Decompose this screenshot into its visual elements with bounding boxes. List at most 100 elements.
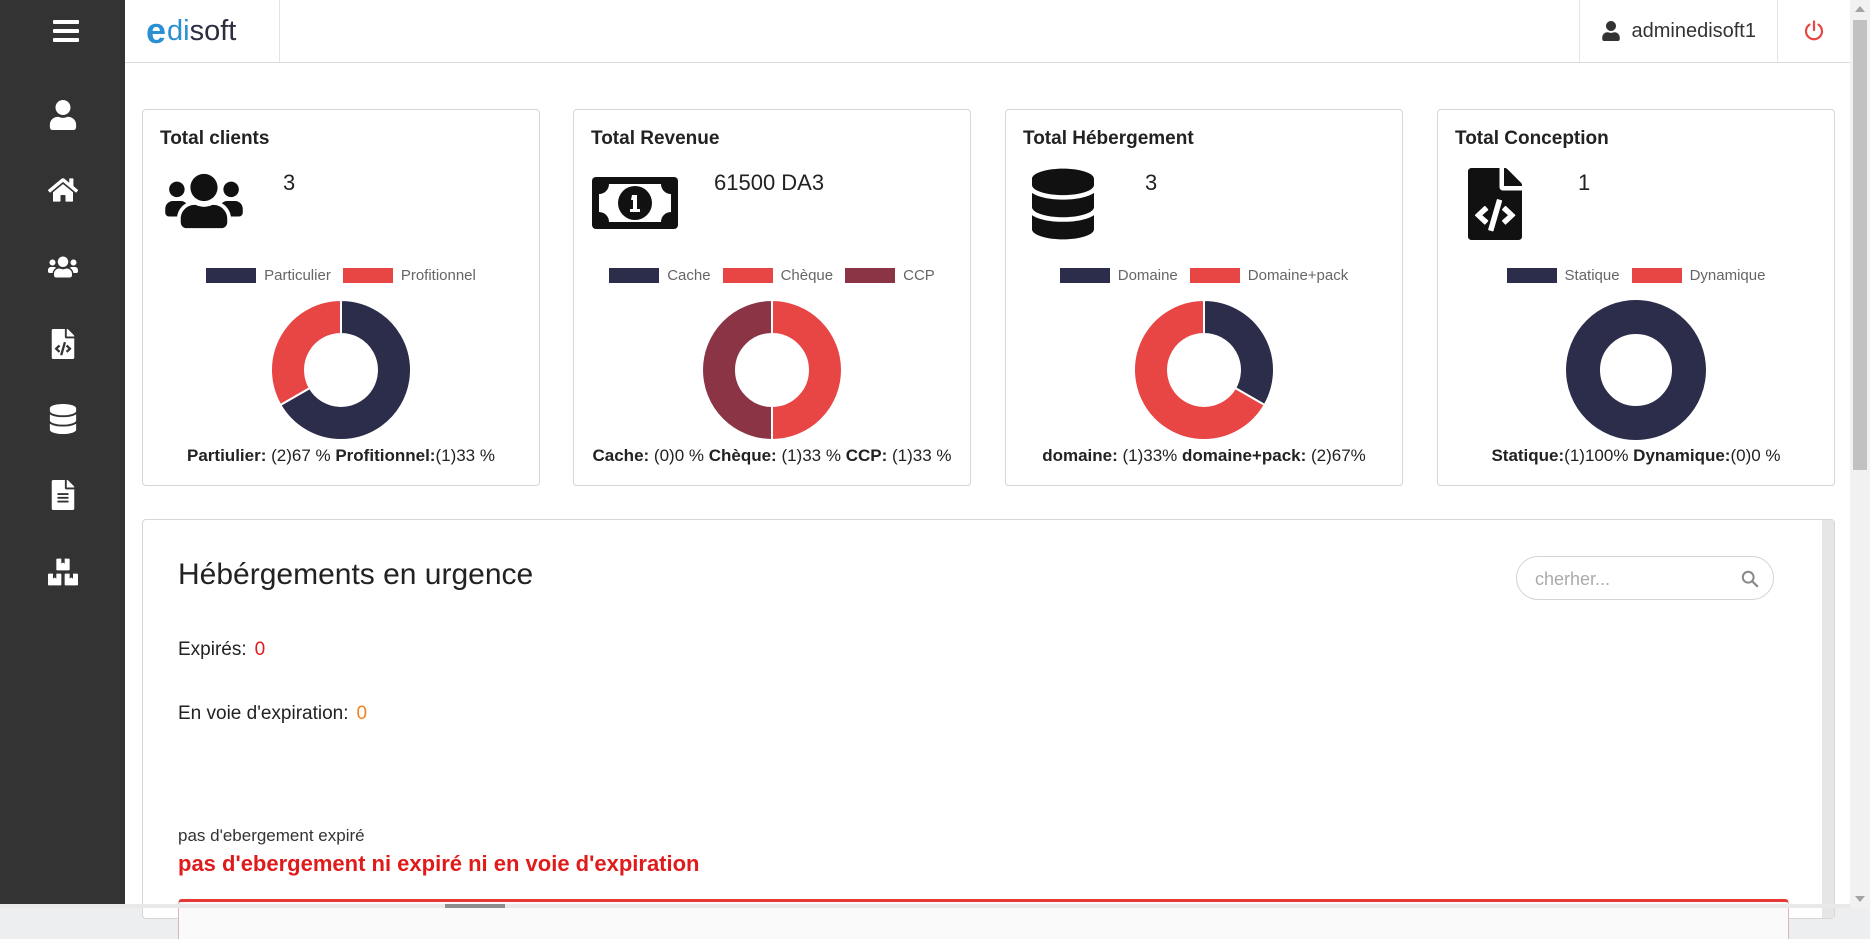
donut-slice-ccp[interactable]	[702, 300, 773, 440]
legend-label: Domaine	[1117, 267, 1178, 284]
stat-value: (1)33 %	[776, 446, 841, 465]
legend-item[interactable]: Domaine+pack	[1189, 267, 1349, 284]
no-urgent-alert: pas d'ebergement ni expiré ni en voie d'…	[178, 851, 700, 876]
legend-swatch	[342, 268, 393, 283]
card-stats: Cache: (0)0 % Chèque: (1)33 % CCP: (1)33…	[574, 446, 970, 466]
user-icon[interactable]	[46, 98, 80, 132]
stat-label: domaine:	[1042, 446, 1118, 465]
chart-legend: Statique Dynamique	[1438, 267, 1834, 284]
legend-item[interactable]: Statique	[1506, 267, 1620, 284]
expiring-stat: En voie d'expiration: 0	[178, 703, 367, 725]
legend-swatch	[1631, 268, 1682, 283]
legend-swatch	[845, 268, 896, 283]
stat-value: (1)100%	[1564, 446, 1629, 465]
chart-legend: Particulier Profitionnel	[143, 267, 539, 284]
file-code-icon	[1468, 168, 1522, 245]
scroll-down-icon[interactable]	[1855, 896, 1865, 902]
boxes-icon[interactable]	[46, 555, 80, 589]
card-total-hebergement: Total Hébergement 3 Domaine Domaine+pack…	[1005, 109, 1403, 486]
legend-label: Particulier	[264, 267, 331, 284]
legend-item[interactable]: Cache	[609, 267, 711, 284]
stat-value: (0)0 %	[1730, 446, 1781, 465]
search-box	[1516, 556, 1774, 600]
legend-label: Chèque	[780, 267, 834, 284]
legend-item[interactable]: Domaine	[1059, 267, 1178, 284]
donut-chart	[1134, 300, 1274, 440]
legend-label: Cache	[667, 267, 711, 284]
users-icon	[160, 170, 248, 237]
legend-label: Statique	[1564, 267, 1620, 284]
file-text-icon[interactable]	[46, 478, 80, 512]
donut-slice-ch-que[interactable]	[771, 300, 842, 440]
donut-chart	[1566, 300, 1706, 440]
card-stats: Partiulier: (2)67 % Profitionnel:(1)33 %	[143, 446, 539, 466]
card-total-conception: Total Conception 1 Statique Dynamique St…	[1437, 109, 1835, 486]
brand-logo-soft: soft	[189, 14, 237, 47]
legend-item[interactable]: Dynamique	[1631, 267, 1766, 284]
expired-count: 0	[254, 639, 266, 660]
database-icon	[1032, 168, 1094, 245]
sidebar	[0, 0, 125, 908]
top-navbar: e di soft adminedisoft1	[125, 0, 1850, 63]
legend-label: Domaine+pack	[1247, 267, 1349, 284]
panel-title: Hébérgements en urgence	[178, 558, 534, 591]
card-value: 1	[1578, 170, 1591, 195]
stat-label: domaine+pack:	[1177, 446, 1307, 465]
card-total-revenue: Total Revenue 61500 DA3 Cache Chèque CCP…	[573, 109, 971, 486]
horizontal-scrollbar[interactable]	[0, 904, 1850, 908]
username: adminedisoft1	[1631, 19, 1756, 42]
stat-value: (1)33 %	[887, 446, 952, 465]
chart-legend: Cache Chèque CCP	[574, 267, 970, 284]
stat-value: (2)67 %	[266, 446, 331, 465]
logout-button[interactable]	[1777, 0, 1850, 62]
stat-value: (2)67%	[1306, 446, 1366, 465]
legend-item[interactable]: Profitionnel	[342, 267, 476, 284]
power-icon	[1804, 20, 1824, 41]
donut-slice-profitionnel[interactable]	[271, 300, 342, 407]
menu-toggle-icon[interactable]	[53, 20, 79, 42]
legend-swatch	[1506, 268, 1557, 283]
stat-label: CCP:	[840, 446, 888, 465]
brand-logo[interactable]: e di soft	[125, 0, 280, 62]
user-menu[interactable]: adminedisoft1	[1579, 0, 1778, 62]
stat-label: Dynamique:	[1628, 446, 1731, 465]
page-scrollbar[interactable]	[1850, 0, 1870, 908]
donut-chart	[702, 300, 842, 440]
card-total-clients: Total clients 3 Particulier Profitionnel…	[142, 109, 540, 486]
scroll-up-icon[interactable]	[1855, 6, 1865, 12]
legend-item[interactable]: Chèque	[722, 267, 834, 284]
legend-label: CCP	[903, 267, 935, 284]
card-value: 3	[283, 170, 296, 195]
card-title: Total Conception	[1455, 128, 1609, 149]
chart-legend: Domaine Domaine+pack	[1006, 267, 1402, 284]
expired-stat: Expirés: 0	[178, 639, 265, 661]
stat-label: Partiulier:	[187, 446, 267, 465]
legend-item[interactable]: CCP	[845, 267, 935, 284]
donut-chart	[271, 300, 411, 440]
stat-label: Cache:	[592, 446, 650, 465]
card-title: Total Hébergement	[1023, 128, 1194, 149]
card-stats: Statique:(1)100% Dynamique:(0)0 %	[1438, 446, 1834, 466]
legend-label: Dynamique	[1689, 267, 1766, 284]
search-icon[interactable]	[1741, 570, 1759, 588]
database-icon[interactable]	[46, 402, 80, 436]
legend-swatch	[1189, 268, 1240, 283]
users-icon[interactable]	[46, 250, 80, 284]
file-code-icon[interactable]	[46, 327, 80, 361]
card-title: Total clients	[160, 128, 270, 149]
stat-value: (1)33%	[1117, 446, 1178, 465]
stat-label: Statique:	[1491, 446, 1565, 465]
legend-item[interactable]: Particulier	[206, 267, 331, 284]
card-title: Total Revenue	[591, 128, 720, 149]
legend-swatch	[722, 268, 773, 283]
scroll-thumb[interactable]	[1853, 20, 1867, 470]
home-icon[interactable]	[46, 173, 80, 207]
horizontal-scroll-thumb[interactable]	[445, 904, 505, 908]
stat-value: (0)0 %	[649, 446, 704, 465]
expiring-count: 0	[356, 703, 368, 724]
brand-logo-di: di	[167, 14, 190, 47]
card-value: 3	[1145, 170, 1158, 195]
panel-scrollbar[interactable]	[1822, 520, 1834, 918]
donut-slice-statique[interactable]	[1566, 300, 1706, 440]
search-input[interactable]	[1533, 567, 1737, 591]
